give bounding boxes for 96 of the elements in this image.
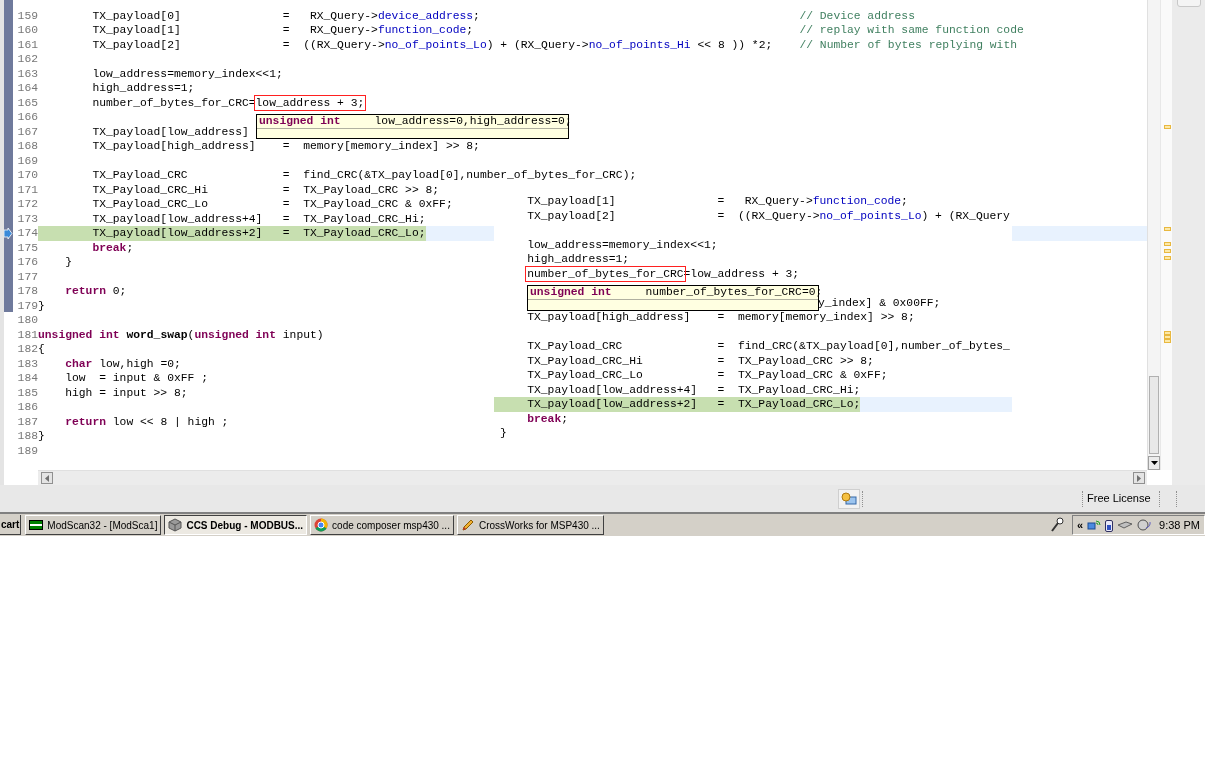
- code-line: TX_payload[high_address] = memory[memory_index] >> 8;: [526, 310, 915, 325]
- line-number: 181: [17, 328, 38, 341]
- code-line: low_address=memory_index<<1;: [91, 66, 283, 82]
- line-number: 180: [17, 314, 38, 327]
- line-number: 171: [17, 183, 38, 196]
- line-number: 166: [17, 111, 38, 124]
- code-line: y_index] & 0x00FF;: [818, 296, 941, 310]
- line-number: 187: [17, 415, 38, 428]
- code-line: }: [64, 255, 72, 270]
- line-number: 188: [17, 430, 38, 443]
- browser-icon: [314, 518, 329, 532]
- code-line: high_address=1;: [91, 81, 195, 96]
- line-number: 164: [17, 82, 38, 95]
- line-number: 175: [17, 241, 38, 254]
- speaker-icon[interactable]: [1137, 518, 1152, 532]
- code-line: unsigned int word_swap(unsigned int input): [38, 327, 324, 343]
- code-line: TX_payload[1] = RX_Query->function_code;: [526, 194, 908, 209]
- code-line: low = input & 0xFF ;: [64, 371, 208, 386]
- line-number: 174: [17, 227, 38, 240]
- line-number: 176: [17, 256, 38, 269]
- taskbar-button[interactable]: CCS Debug - MODBUS...: [164, 515, 308, 535]
- scroll-thumb[interactable]: [1149, 376, 1159, 454]
- start-button[interactable]: cart: [0, 515, 22, 535]
- line-number: 165: [17, 96, 38, 109]
- code-line: break;: [526, 411, 568, 426]
- device-icon[interactable]: [1117, 520, 1134, 530]
- license-status: Free License: [1087, 491, 1151, 507]
- code-line: TX_Payload_CRC = find_CRC(&TX_payload[0],number_of_bytes_: [526, 339, 1010, 354]
- ruler-mark[interactable]: [1164, 125, 1171, 129]
- scroll-left-button[interactable]: [41, 472, 53, 484]
- cube-icon: [168, 518, 183, 532]
- line-number: 161: [17, 38, 38, 51]
- line-number: 168: [17, 140, 38, 153]
- scroll-right-button[interactable]: [1133, 472, 1145, 484]
- code-line: TX_payload[low_address+4] = TX_Payload_CRC_Hi;: [91, 211, 426, 227]
- horizontal-scrollbar[interactable]: [38, 470, 1147, 485]
- line-number: 173: [17, 212, 38, 225]
- code-line: TX_payload[0] = RX_Query->device_address; // Device address: [91, 8, 915, 24]
- code-line: high = input >> 8;: [64, 385, 188, 401]
- line-number: 163: [17, 67, 38, 80]
- network-icon[interactable]: [1087, 518, 1102, 532]
- right-arrow-icon: [1137, 474, 1141, 482]
- monitor-icon: [841, 491, 857, 506]
- battery-icon[interactable]: [1105, 518, 1114, 532]
- tray-expand-button[interactable]: «: [1077, 516, 1084, 534]
- code-line: }: [38, 298, 45, 314]
- code-line: TX_Payload_CRC_Hi = TX_Payload_CRC >> 8;: [91, 182, 440, 198]
- code-line: }: [500, 426, 507, 440]
- code-line: number_of_bytes_for_CRC=low_address + 3;: [91, 95, 365, 111]
- status-button[interactable]: [838, 488, 860, 509]
- taskbar-button[interactable]: CrossWorks for MSP430 ...: [456, 515, 604, 535]
- code-line: TX_payload[high_address] = memory[memory_index] >> 8;: [91, 139, 480, 154]
- code-line: high_address=1;: [526, 252, 630, 267]
- line-number: 183: [17, 357, 38, 370]
- code-line: TX_Payload_CRC_Lo = TX_Payload_CRC & 0xFF;: [526, 368, 888, 383]
- taskbar-button[interactable]: ModScan32 - [ModSca1]: [25, 515, 162, 535]
- line-number: 184: [17, 372, 38, 385]
- ruler-mark[interactable]: [1164, 227, 1171, 231]
- code-line: TX_payload[low_address]: [91, 124, 249, 140]
- vertical-scrollbar[interactable]: [1147, 0, 1160, 470]
- line-number: 160: [17, 24, 38, 37]
- line-number: 159: [17, 9, 38, 22]
- line-number: 179: [17, 299, 38, 312]
- code-line: TX_Payload_CRC_Lo = TX_Payload_CRC & 0xFF;: [91, 197, 453, 212]
- code-line: }: [38, 429, 45, 444]
- line-number: 177: [17, 270, 38, 283]
- line-number: 167: [17, 125, 38, 138]
- code-line: return low << 8 | high ;: [64, 414, 229, 430]
- code-line: low_address=memory_index<<1;: [526, 237, 718, 252]
- code-line: TX_payload[low_address+4] = TX_Payload_CRC_Hi;: [526, 382, 861, 397]
- code-line: break;: [91, 240, 134, 256]
- pencil-icon: [460, 518, 475, 532]
- code-line: char low,high =0;: [64, 356, 181, 372]
- line-number: 170: [17, 169, 38, 182]
- line-number: 182: [17, 343, 38, 356]
- line-number: 172: [17, 198, 38, 211]
- line-number: 189: [17, 444, 38, 457]
- code-line: {: [38, 342, 45, 357]
- line-number: 186: [17, 401, 38, 414]
- line-number: 185: [17, 386, 38, 399]
- scroll-down-button[interactable]: [1148, 456, 1160, 470]
- code-line: TX_payload[2] = ((RX_Query->no_of_points_Lo) + (RX_Query->no_of_points_Hi << 8 )) *2; // Number of bytes replying with: [91, 37, 1017, 53]
- down-arrow-icon: [1150, 461, 1158, 465]
- taskbar-button[interactable]: code composer msp430 ...: [310, 515, 454, 535]
- code-line: return 0;: [64, 284, 127, 299]
- clock[interactable]: 9:38 PM: [1159, 516, 1200, 534]
- code-line: TX_Payload_CRC = find_CRC(&TX_payload[0],number_of_bytes_for_CRC);: [91, 168, 637, 183]
- code-line: TX_payload[1] = RX_Query->function_code; // replay with same function code: [91, 23, 1024, 38]
- window-icon: [29, 520, 44, 530]
- left-arrow-icon: [45, 474, 49, 482]
- code-line: TX_payload[2] = ((RX_Query->no_of_points_Lo) + (RX_Query: [526, 208, 1010, 223]
- code-line: TX_Payload_CRC_Hi = TX_Payload_CRC >> 8;: [526, 353, 874, 368]
- line-number: 162: [17, 53, 38, 66]
- line-number: 178: [17, 285, 38, 298]
- tooltip-text: unsigned int low_address=0,high_address=0;: [259, 115, 572, 127]
- line-number: 169: [17, 154, 38, 167]
